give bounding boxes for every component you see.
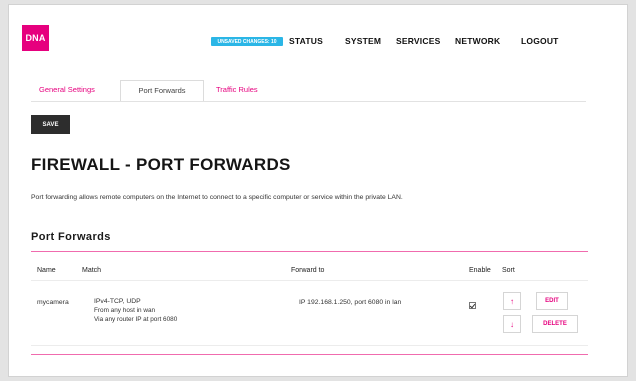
nav-network[interactable]: NETWORK (455, 36, 500, 46)
rule-name: mycamera (37, 299, 69, 306)
delete-button[interactable]: DELETE (532, 315, 578, 333)
column-header-match: Match (82, 267, 102, 274)
section-divider-top (31, 251, 588, 252)
dna-logo[interactable]: DNA (22, 25, 49, 51)
row-divider (31, 345, 588, 346)
rule-match: IPv4-TCP, UDP From any host in wan Via a… (94, 297, 177, 324)
section-title: Port Forwards (31, 231, 111, 243)
match-protocol: IPv4-TCP, UDP (94, 298, 141, 305)
tab-general-settings[interactable]: General Settings (39, 85, 95, 94)
arrow-up-icon: ↑ (510, 296, 514, 306)
page-title: FIREWALL - PORT FORWARDS (31, 155, 291, 174)
table-header-divider (31, 280, 588, 281)
column-header-sort: Sort (502, 267, 515, 274)
save-button[interactable]: SAVE (31, 115, 70, 134)
app-window: DNA UNSAVED CHANGES: 10 STATUS SYSTEM SE… (8, 4, 628, 377)
nav-system[interactable]: SYSTEM (345, 36, 381, 46)
rule-forward-to: IP 192.168.1.250, port 6080 in lan (299, 299, 402, 306)
sort-up-button[interactable]: ↑ (503, 292, 521, 310)
sort-down-button[interactable]: ↓ (503, 315, 521, 333)
tab-divider (31, 101, 586, 102)
tab-port-forwards[interactable]: Port Forwards (120, 80, 204, 102)
column-header-name: Name (37, 267, 56, 274)
enable-checkbox[interactable] (469, 302, 476, 309)
nav-logout[interactable]: LOGOUT (521, 36, 559, 46)
nav-services[interactable]: SERVICES (396, 36, 440, 46)
arrow-down-icon: ↓ (510, 319, 514, 329)
match-source: From any host in wan (94, 307, 156, 314)
match-destination: Via any router IP at port 6080 (94, 316, 178, 323)
page-description: Port forwarding allows remote computers … (31, 194, 403, 201)
tab-traffic-rules[interactable]: Traffic Rules (216, 85, 258, 94)
section-divider-bottom (31, 354, 588, 355)
nav-status[interactable]: STATUS (289, 36, 323, 46)
unsaved-changes-badge[interactable]: UNSAVED CHANGES: 10 (211, 37, 283, 46)
edit-button[interactable]: EDIT (536, 292, 568, 310)
column-header-forward-to: Forward to (291, 267, 325, 274)
column-header-enable: Enable (469, 267, 491, 274)
